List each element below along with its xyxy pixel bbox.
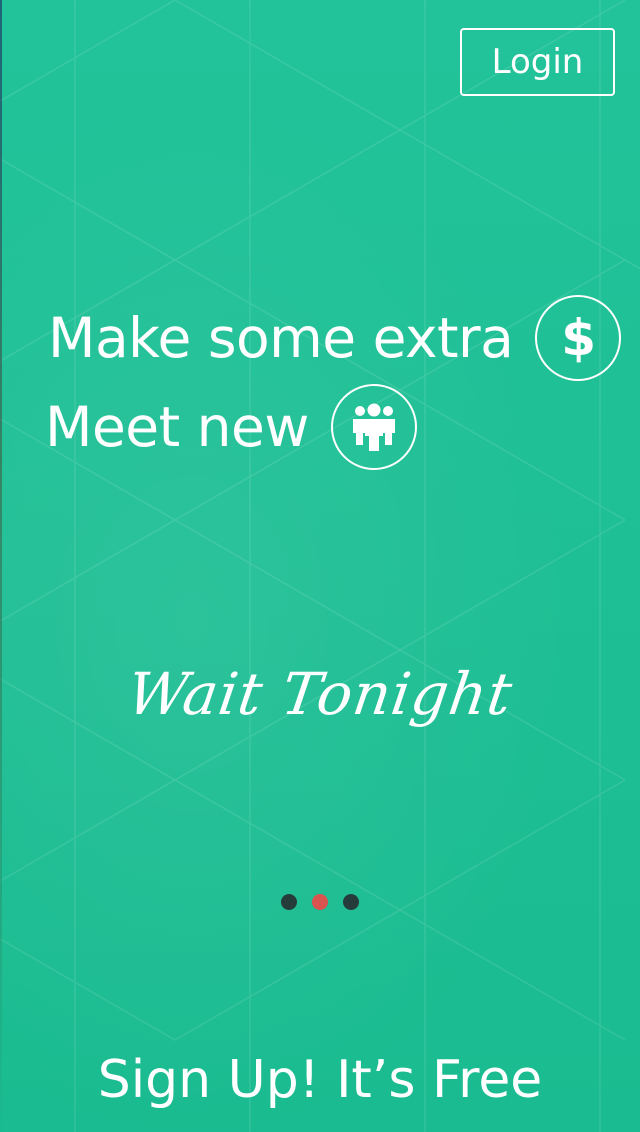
page-indicator [0,894,640,910]
dollar-icon: $ [535,295,622,381]
page-dot-3[interactable] [343,894,359,910]
brand-logo: Wait Tonight [123,660,517,728]
page-dot-1[interactable] [281,894,297,910]
tagline-earn: Make some extra $ [48,295,622,381]
background-pattern [0,0,640,1132]
dollar-glyph: $ [561,309,596,367]
tagline-meet-text: Meet new [45,395,309,459]
tagline-meet: Meet new [45,384,417,470]
people-icon [330,384,417,470]
signup-button[interactable]: Sign Up! It’s Free [0,1040,640,1120]
login-button[interactable]: Login [460,28,615,96]
people-glyph [352,403,395,451]
page-dot-2[interactable] [312,894,328,910]
window-edge [0,0,2,1132]
tagline-earn-text: Make some extra [48,306,514,370]
